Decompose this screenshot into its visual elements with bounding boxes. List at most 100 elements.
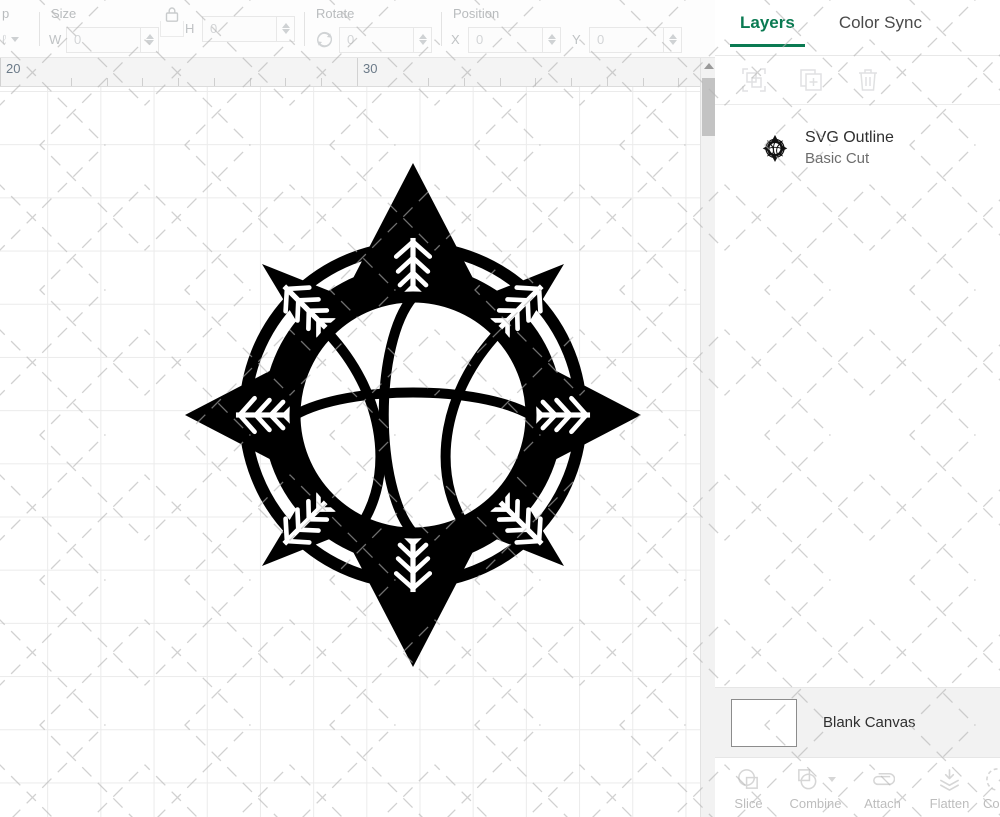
group-type-value: ℓ — [2, 32, 7, 47]
position-label: Position — [453, 5, 500, 21]
position-control-group: Position X 0 Y 0 — [451, 0, 682, 57]
toolbar-divider — [304, 11, 305, 46]
width-stepper[interactable] — [140, 26, 159, 53]
ruler-major-tick — [357, 58, 358, 86]
ruler-minor-tick — [214, 78, 215, 86]
canvas-layer-row[interactable]: Blank Canvas — [715, 687, 1000, 757]
stepper-up-icon[interactable] — [145, 34, 154, 39]
duplicate-icon[interactable] — [798, 67, 824, 93]
layers-panel: Layers Color Sync SVG Outline Basic Cut … — [715, 0, 1000, 817]
group-type-label: p — [2, 5, 10, 21]
height-label: H — [185, 21, 195, 36]
group-type-control[interactable]: p ℓ — [0, 0, 30, 57]
stepper-up-icon[interactable] — [418, 34, 427, 39]
x-label: X — [451, 32, 460, 47]
flatten-icon — [937, 766, 962, 792]
lock-bracket — [160, 20, 184, 37]
scroll-up-button[interactable] — [701, 58, 716, 74]
toolbar-divider — [39, 11, 40, 46]
rotate-icon — [317, 31, 333, 48]
contour-label: Con — [983, 796, 1000, 811]
canvas-label: Blank Canvas — [823, 714, 916, 731]
height-input[interactable]: 0 — [202, 15, 276, 42]
design-canvas[interactable] — [0, 87, 700, 817]
attach-label: Attach — [864, 796, 901, 811]
delete-icon[interactable] — [855, 67, 881, 93]
edit-toolbar: p ℓ Size W 0 H 0 Rotate 0 Position X 0 Y… — [0, 0, 715, 58]
group-select-icon[interactable] — [741, 67, 767, 93]
ruler-minor-tick — [107, 78, 108, 86]
ruler-label: 20 — [6, 61, 21, 76]
ruler-minor-tick — [178, 78, 179, 86]
snowflake-basketball-thumb — [762, 134, 788, 162]
ruler-minor-tick — [428, 78, 429, 86]
stepper-down-icon[interactable] — [668, 40, 677, 45]
layer-thumbnail — [761, 134, 789, 162]
stepper-down-icon[interactable] — [281, 29, 290, 34]
ruler-minor-tick — [643, 78, 644, 86]
chevron-down-icon[interactable] — [828, 776, 836, 782]
combine-label: Combine — [789, 796, 842, 811]
rotate-stepper[interactable] — [413, 26, 432, 53]
ruler-minor-tick — [571, 78, 572, 86]
flatten-label: Flatten — [929, 796, 970, 811]
cricut-design-space-window: p ℓ Size W 0 H 0 Rotate 0 Position X 0 Y… — [0, 0, 1000, 817]
scrollbar-thumb[interactable] — [702, 78, 715, 136]
y-input[interactable]: 0 — [589, 26, 663, 53]
combine-button[interactable]: Combine — [782, 766, 849, 811]
slice-button[interactable]: Slice — [715, 766, 782, 811]
contour-button[interactable]: Con — [983, 766, 1000, 811]
layer-subtitle: Basic Cut — [805, 150, 870, 167]
contour-icon — [983, 766, 1000, 792]
layer-row[interactable]: SVG Outline Basic Cut — [715, 121, 1000, 175]
ruler-minor-tick — [71, 78, 72, 86]
attach-button[interactable]: Attach — [849, 766, 916, 811]
combine-icon — [795, 766, 836, 792]
canvas-area: p ℓ Size W 0 H 0 Rotate 0 Position X 0 Y… — [0, 0, 715, 817]
canvas-vertical-scrollbar[interactable] — [700, 58, 715, 817]
ruler-minor-tick — [678, 78, 679, 86]
toolbar-divider — [441, 11, 442, 46]
size-label: Size — [51, 5, 77, 21]
y-stepper[interactable] — [663, 26, 682, 53]
stepper-down-icon[interactable] — [547, 40, 556, 45]
rotate-control-group: Rotate 0 — [314, 0, 432, 57]
ruler-minor-tick — [535, 78, 536, 86]
ruler-minor-tick — [250, 78, 251, 86]
snowflake-basketball-design[interactable] — [178, 147, 648, 667]
canvas-thumbnail — [731, 698, 797, 747]
width-input[interactable]: 0 — [66, 26, 140, 53]
tab-layers[interactable]: Layers — [730, 13, 805, 47]
x-stepper[interactable] — [542, 26, 561, 53]
slice-icon — [736, 766, 761, 792]
lock-aspect-ratio-toggle[interactable] — [159, 0, 185, 57]
layer-tools-row — [715, 56, 1000, 104]
stepper-up-icon[interactable] — [547, 34, 556, 39]
rotate-label: Rotate — [316, 5, 355, 21]
ruler-minor-tick — [464, 78, 465, 86]
canvas-artwork[interactable] — [178, 147, 648, 667]
stepper-down-icon[interactable] — [418, 40, 427, 45]
layer-list: SVG Outline Basic Cut — [715, 104, 1000, 687]
tab-color-sync[interactable]: Color Sync — [833, 13, 928, 47]
basketball — [289, 291, 537, 539]
stepper-up-icon[interactable] — [668, 34, 677, 39]
layer-text-block: SVG Outline Basic Cut — [805, 129, 894, 167]
attach-icon — [870, 766, 895, 792]
chevron-down-icon[interactable] — [11, 37, 20, 42]
ruler-minor-tick — [142, 78, 143, 86]
ruler-minor-tick — [321, 78, 322, 86]
ruler-label: 30 — [363, 61, 378, 76]
size-control-group: Size W 0 — [49, 0, 159, 57]
height-stepper[interactable] — [276, 15, 295, 42]
stepper-up-icon[interactable] — [281, 23, 290, 28]
horizontal-ruler[interactable]: 20 30 — [0, 58, 715, 87]
scroll-up-arrow-icon — [703, 63, 714, 69]
height-control-group: H 0 — [185, 0, 295, 57]
flatten-button[interactable]: Flatten — [916, 766, 983, 811]
artwork-body — [185, 163, 641, 667]
rotate-input[interactable]: 0 — [339, 26, 413, 53]
x-input[interactable]: 0 — [468, 26, 542, 53]
ruler-minor-tick — [607, 78, 608, 86]
stepper-down-icon[interactable] — [145, 40, 154, 45]
